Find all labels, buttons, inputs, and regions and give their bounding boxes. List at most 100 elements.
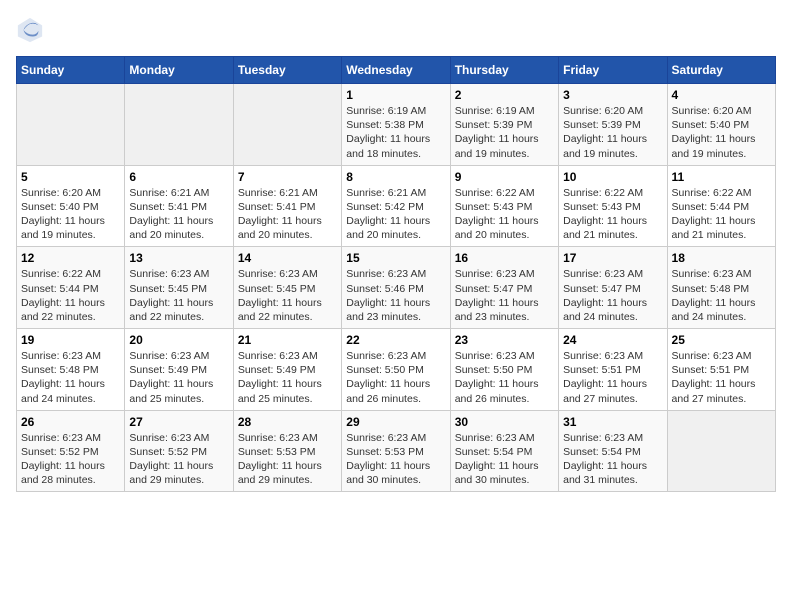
day-info: Sunrise: 6:20 AMSunset: 5:39 PMDaylight:…	[563, 104, 662, 161]
day-number: 24	[563, 333, 662, 347]
week-row-4: 19 Sunrise: 6:23 AMSunset: 5:48 PMDayligh…	[17, 329, 776, 411]
weekday-header-wednesday: Wednesday	[342, 57, 450, 84]
day-number: 20	[129, 333, 228, 347]
calendar-cell: 29 Sunrise: 6:23 AMSunset: 5:53 PMDayligh…	[342, 410, 450, 492]
calendar-cell: 9 Sunrise: 6:22 AMSunset: 5:43 PMDaylight…	[450, 165, 558, 247]
weekday-header-sunday: Sunday	[17, 57, 125, 84]
calendar-cell: 26 Sunrise: 6:23 AMSunset: 5:52 PMDayligh…	[17, 410, 125, 492]
day-info: Sunrise: 6:22 AMSunset: 5:44 PMDaylight:…	[21, 267, 120, 324]
day-number: 16	[455, 251, 554, 265]
calendar-cell: 15Sunrise: 6:23 AMSunset: 5:46 PMDayligh…	[342, 247, 450, 329]
calendar-table: SundayMondayTuesdayWednesdayThursdayFrid…	[16, 56, 776, 492]
calendar-cell: 24 Sunrise: 6:23 AMSunset: 5:51 PMDayligh…	[559, 329, 667, 411]
day-number: 9	[455, 170, 554, 184]
calendar-cell: 20 Sunrise: 6:23 AMSunset: 5:49 PMDayligh…	[125, 329, 233, 411]
day-info: Sunrise: 6:23 AMSunset: 5:45 PMDaylight:…	[238, 267, 337, 324]
day-number: 14	[238, 251, 337, 265]
day-number: 11	[672, 170, 771, 184]
calendar-cell: 1 Sunrise: 6:19 AMSunset: 5:38 PMDaylight…	[342, 84, 450, 166]
day-number: 13	[129, 251, 228, 265]
weekday-header-friday: Friday	[559, 57, 667, 84]
weekday-row: SundayMondayTuesdayWednesdayThursdayFrid…	[17, 57, 776, 84]
calendar-cell: 11 Sunrise: 6:22 AMSunset: 5:44 PMDayligh…	[667, 165, 775, 247]
calendar-cell	[667, 410, 775, 492]
calendar-cell: 27 Sunrise: 6:23 AMSunset: 5:52 PMDayligh…	[125, 410, 233, 492]
calendar-cell: 2 Sunrise: 6:19 AMSunset: 5:39 PMDaylight…	[450, 84, 558, 166]
day-number: 19	[21, 333, 120, 347]
calendar-header: SundayMondayTuesdayWednesdayThursdayFrid…	[17, 57, 776, 84]
calendar-cell	[17, 84, 125, 166]
day-number: 17	[563, 251, 662, 265]
day-number: 4	[672, 88, 771, 102]
day-number: 29	[346, 415, 445, 429]
day-info: Sunrise: 6:23 AMSunset: 5:47 PMDaylight:…	[455, 267, 554, 324]
day-info: Sunrise: 6:19 AMSunset: 5:39 PMDaylight:…	[455, 104, 554, 161]
day-info: Sunrise: 6:21 AMSunset: 5:42 PMDaylight:…	[346, 186, 445, 243]
day-number: 23	[455, 333, 554, 347]
day-info: Sunrise: 6:22 AMSunset: 5:43 PMDaylight:…	[455, 186, 554, 243]
day-number: 27	[129, 415, 228, 429]
day-info: Sunrise: 6:23 AMSunset: 5:52 PMDaylight:…	[129, 431, 228, 488]
day-number: 21	[238, 333, 337, 347]
weekday-header-saturday: Saturday	[667, 57, 775, 84]
day-info: Sunrise: 6:23 AMSunset: 5:53 PMDaylight:…	[238, 431, 337, 488]
day-number: 30	[455, 415, 554, 429]
calendar-cell: 14 Sunrise: 6:23 AMSunset: 5:45 PMDayligh…	[233, 247, 341, 329]
calendar-cell	[233, 84, 341, 166]
logo	[16, 16, 48, 44]
calendar-cell: 6 Sunrise: 6:21 AMSunset: 5:41 PMDaylight…	[125, 165, 233, 247]
day-number: 31	[563, 415, 662, 429]
logo-icon	[16, 16, 44, 44]
calendar-cell: 19 Sunrise: 6:23 AMSunset: 5:48 PMDayligh…	[17, 329, 125, 411]
calendar-cell: 3 Sunrise: 6:20 AMSunset: 5:39 PMDaylight…	[559, 84, 667, 166]
day-number: 10	[563, 170, 662, 184]
calendar-cell: 28 Sunrise: 6:23 AMSunset: 5:53 PMDayligh…	[233, 410, 341, 492]
weekday-header-tuesday: Tuesday	[233, 57, 341, 84]
calendar-cell: 10 Sunrise: 6:22 AMSunset: 5:43 PMDayligh…	[559, 165, 667, 247]
calendar-body: 1 Sunrise: 6:19 AMSunset: 5:38 PMDaylight…	[17, 84, 776, 492]
day-info: Sunrise: 6:19 AMSunset: 5:38 PMDaylight:…	[346, 104, 445, 161]
day-info: Sunrise: 6:20 AMSunset: 5:40 PMDaylight:…	[672, 104, 771, 161]
day-info: Sunrise: 6:23 AMSunset: 5:50 PMDaylight:…	[455, 349, 554, 406]
day-number: 1	[346, 88, 445, 102]
day-info: Sunrise: 6:22 AMSunset: 5:44 PMDaylight:…	[672, 186, 771, 243]
page-header	[16, 16, 776, 44]
weekday-header-monday: Monday	[125, 57, 233, 84]
day-number: 25	[672, 333, 771, 347]
day-info: Sunrise: 6:20 AMSunset: 5:40 PMDaylight:…	[21, 186, 120, 243]
day-info: Sunrise: 6:23 AMSunset: 5:52 PMDaylight:…	[21, 431, 120, 488]
day-number: 28	[238, 415, 337, 429]
day-info: Sunrise: 6:21 AMSunset: 5:41 PMDaylight:…	[238, 186, 337, 243]
calendar-cell: 23 Sunrise: 6:23 AMSunset: 5:50 PMDayligh…	[450, 329, 558, 411]
calendar-cell: 16 Sunrise: 6:23 AMSunset: 5:47 PMDayligh…	[450, 247, 558, 329]
day-number: 7	[238, 170, 337, 184]
day-info: Sunrise: 6:23 AMSunset: 5:46 PMDaylight:…	[346, 267, 445, 324]
day-info: Sunrise: 6:23 AMSunset: 5:51 PMDaylight:…	[672, 349, 771, 406]
week-row-1: 1 Sunrise: 6:19 AMSunset: 5:38 PMDaylight…	[17, 84, 776, 166]
day-number: 2	[455, 88, 554, 102]
calendar-cell: 5 Sunrise: 6:20 AMSunset: 5:40 PMDaylight…	[17, 165, 125, 247]
day-info: Sunrise: 6:23 AMSunset: 5:53 PMDaylight:…	[346, 431, 445, 488]
day-number: 3	[563, 88, 662, 102]
calendar-cell: 12Sunrise: 6:22 AMSunset: 5:44 PMDayligh…	[17, 247, 125, 329]
day-info: Sunrise: 6:23 AMSunset: 5:51 PMDaylight:…	[563, 349, 662, 406]
day-info: Sunrise: 6:23 AMSunset: 5:48 PMDaylight:…	[21, 349, 120, 406]
day-info: Sunrise: 6:23 AMSunset: 5:50 PMDaylight:…	[346, 349, 445, 406]
day-number: 6	[129, 170, 228, 184]
day-info: Sunrise: 6:22 AMSunset: 5:43 PMDaylight:…	[563, 186, 662, 243]
weekday-header-thursday: Thursday	[450, 57, 558, 84]
day-info: Sunrise: 6:21 AMSunset: 5:41 PMDaylight:…	[129, 186, 228, 243]
calendar-cell: 18Sunrise: 6:23 AMSunset: 5:48 PMDayligh…	[667, 247, 775, 329]
calendar-cell: 7 Sunrise: 6:21 AMSunset: 5:41 PMDaylight…	[233, 165, 341, 247]
day-number: 22	[346, 333, 445, 347]
day-info: Sunrise: 6:23 AMSunset: 5:47 PMDaylight:…	[563, 267, 662, 324]
calendar-cell: 17 Sunrise: 6:23 AMSunset: 5:47 PMDayligh…	[559, 247, 667, 329]
calendar-cell: 22 Sunrise: 6:23 AMSunset: 5:50 PMDayligh…	[342, 329, 450, 411]
week-row-3: 12Sunrise: 6:22 AMSunset: 5:44 PMDayligh…	[17, 247, 776, 329]
calendar-cell: 31Sunrise: 6:23 AMSunset: 5:54 PMDayligh…	[559, 410, 667, 492]
day-number: 26	[21, 415, 120, 429]
day-info: Sunrise: 6:23 AMSunset: 5:49 PMDaylight:…	[238, 349, 337, 406]
day-info: Sunrise: 6:23 AMSunset: 5:49 PMDaylight:…	[129, 349, 228, 406]
calendar-cell: 8Sunrise: 6:21 AMSunset: 5:42 PMDaylight…	[342, 165, 450, 247]
day-number: 5	[21, 170, 120, 184]
